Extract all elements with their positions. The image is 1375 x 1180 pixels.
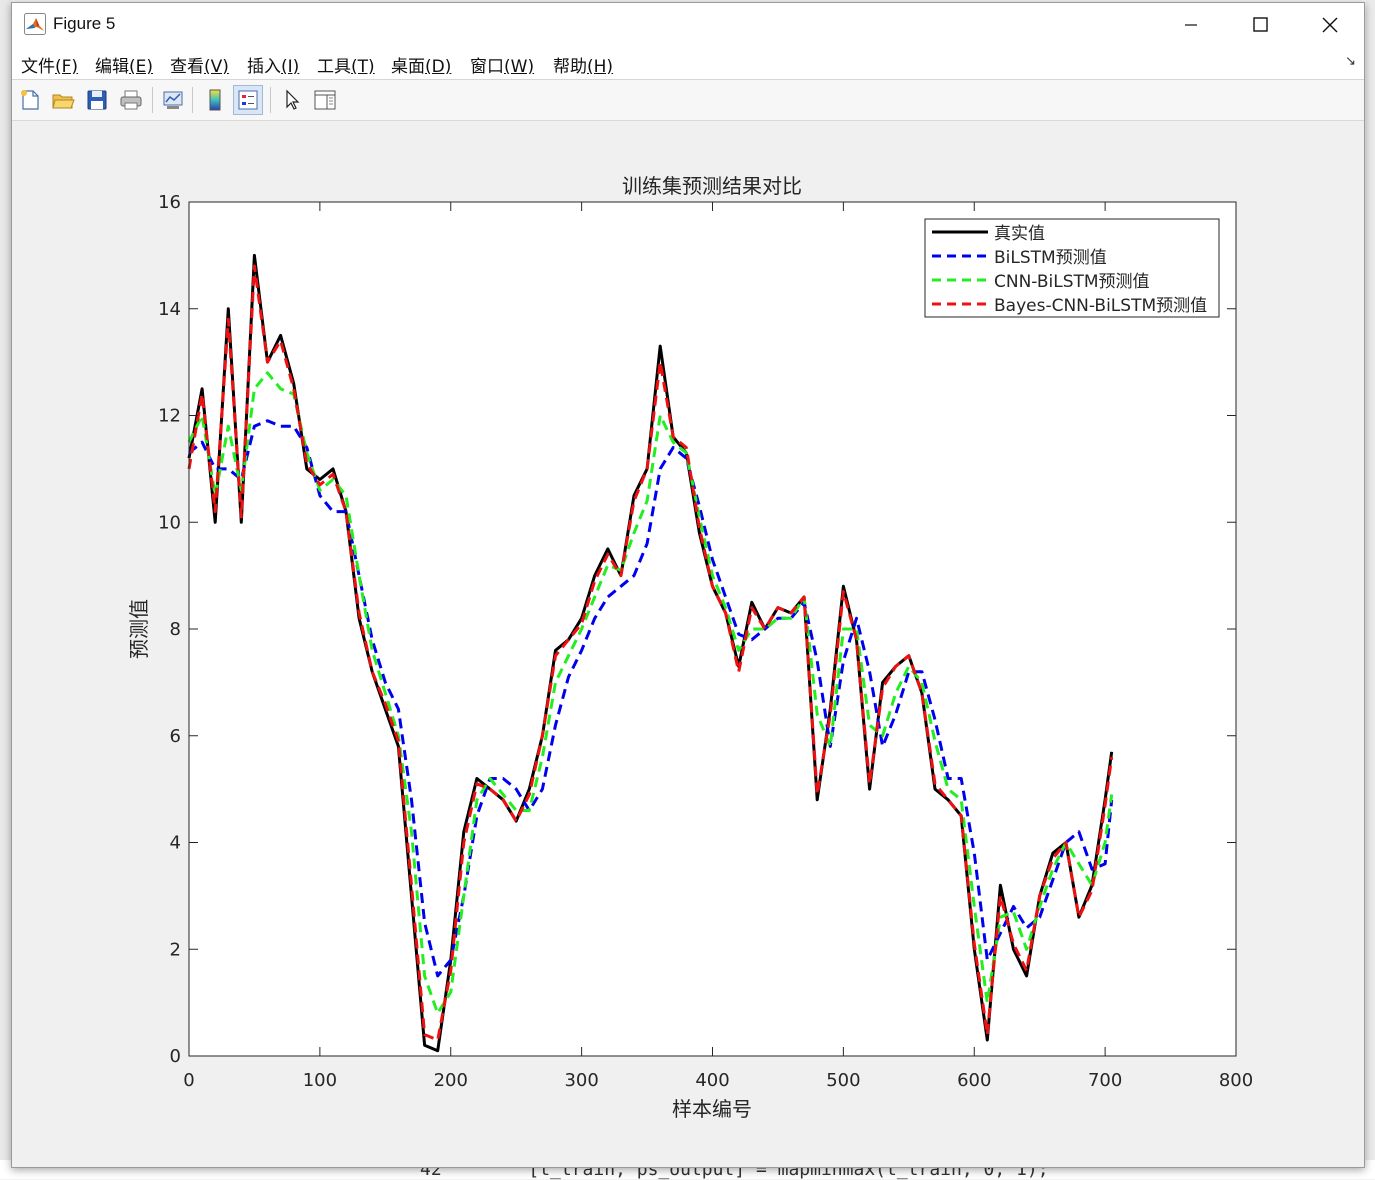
background-right-strip: [1366, 0, 1375, 1179]
title-bar[interactable]: Figure 5: [12, 3, 1364, 46]
maximize-button[interactable]: [1225, 3, 1295, 46]
y-tick-label: 0: [170, 1046, 181, 1067]
save-button[interactable]: [82, 85, 112, 115]
menu-desktop-key: (D): [425, 57, 452, 77]
y-tick-label: 10: [158, 512, 181, 533]
menu-view[interactable]: 查看(V): [170, 52, 229, 77]
maximize-icon: [1252, 17, 1268, 32]
menu-overflow-arrow-icon[interactable]: ↘: [1345, 54, 1356, 69]
x-tick-label: 300: [564, 1070, 598, 1091]
insert-legend-icon: [238, 90, 258, 110]
new-figure-button[interactable]: [15, 85, 45, 115]
close-button[interactable]: [1295, 3, 1365, 46]
new-figure-icon: [21, 90, 39, 110]
minimize-button[interactable]: [1156, 3, 1226, 46]
menu-window-label: 窗口: [470, 57, 504, 77]
menu-edit-label: 编辑: [95, 57, 129, 77]
menu-view-key: (V): [204, 57, 229, 77]
legend-label-cnn-bilstm: CNN-BiLSTM预测值: [994, 272, 1150, 292]
insert-colorbar-button[interactable]: [200, 85, 230, 115]
menu-file[interactable]: 文件(F): [21, 52, 78, 77]
close-icon: [1322, 17, 1338, 32]
open-file-button[interactable]: [48, 85, 78, 115]
x-tick-label: 800: [1219, 1070, 1253, 1091]
axes-background: [189, 202, 1236, 1056]
figure-canvas: 0 100 200 300 400 500 600 700 800 0 2 4 6 8 10 12 14 16 训…: [12, 121, 1364, 1167]
figure-window: Figure 5 文件(F) 编辑(E) 查看(V) 插入(I) 工具(T) 桌…: [11, 2, 1365, 1168]
x-tick-label: 600: [957, 1070, 991, 1091]
toolbar-separator: [152, 87, 153, 113]
edit-plot-cursor-icon: [286, 89, 300, 110]
window-title: Figure 5: [53, 14, 116, 33]
menu-edit-key: (E): [129, 57, 154, 77]
y-tick-label: 12: [158, 406, 181, 427]
save-icon: [87, 90, 107, 110]
edit-plot-button[interactable]: [277, 85, 307, 115]
insert-colorbar-icon: [209, 89, 221, 111]
x-tick-label: 0: [183, 1070, 194, 1091]
menu-file-label: 文件: [21, 57, 55, 77]
x-tick-label: 200: [434, 1070, 468, 1091]
figure-toolbar: [12, 80, 1364, 121]
print-icon: [120, 90, 142, 110]
menu-help[interactable]: 帮助(H): [553, 52, 613, 77]
property-inspector-icon: [314, 90, 336, 110]
menu-edit[interactable]: 编辑(E): [95, 52, 153, 77]
link-plot-icon: [163, 91, 183, 109]
x-tick-label: 500: [826, 1070, 860, 1091]
y-tick-label: 14: [158, 299, 181, 320]
menu-tools[interactable]: 工具(T): [317, 52, 375, 77]
y-tick-label: 2: [170, 939, 181, 960]
legend[interactable]: 真实值 BiLSTM预测值 CNN-BiLSTM预测值 Bayes-CNN-Bi…: [924, 218, 1220, 318]
insert-legend-button[interactable]: [233, 85, 263, 115]
chart-title: 训练集预测结果对比: [622, 174, 802, 198]
line-chart[interactable]: 0 100 200 300 400 500 600 700 800 0 2 4 6 8 10 12 14 16 训…: [12, 121, 1364, 1167]
x-tick-label: 700: [1088, 1070, 1122, 1091]
open-file-icon: [52, 94, 75, 109]
link-plot-button[interactable]: [158, 85, 188, 115]
menu-window-key: (W): [504, 57, 535, 77]
toolbar-separator: [270, 87, 271, 113]
menu-file-key: (F): [55, 57, 79, 77]
x-tick-label: 400: [695, 1070, 729, 1091]
y-tick-label: 8: [170, 619, 181, 640]
legend-label-bilstm: BiLSTM预测值: [994, 248, 1107, 268]
matlab-logo-icon: [24, 13, 46, 35]
menu-window[interactable]: 窗口(W): [470, 52, 534, 77]
menu-desktop[interactable]: 桌面(D): [391, 52, 451, 77]
menu-help-key: (H): [587, 57, 614, 77]
y-tick-label: 6: [170, 726, 181, 747]
y-tick-label: 4: [170, 833, 181, 854]
x-tick-label: 100: [303, 1070, 337, 1091]
legend-label-bayes-cnn-bilstm: Bayes-CNN-BiLSTM预测值: [994, 296, 1207, 316]
x-axis-label: 样本编号: [672, 1097, 752, 1121]
menu-insert[interactable]: 插入(I): [247, 52, 299, 77]
menu-help-label: 帮助: [553, 57, 587, 77]
toolbar-separator: [192, 87, 193, 113]
menu-tools-label: 工具: [317, 57, 351, 77]
y-tick-label: 16: [158, 192, 181, 213]
menu-insert-label: 插入: [247, 57, 281, 77]
print-button[interactable]: [116, 85, 146, 115]
menu-tools-key: (T): [351, 57, 375, 77]
legend-label-true: 真实值: [994, 224, 1045, 244]
minimize-icon: [1185, 23, 1197, 26]
menu-desktop-label: 桌面: [391, 57, 425, 77]
y-axis-label: 预测值: [127, 599, 151, 659]
menu-view-label: 查看: [170, 57, 204, 77]
property-inspector-button[interactable]: [310, 85, 340, 115]
menu-bar: 文件(F) 编辑(E) 查看(V) 插入(I) 工具(T) 桌面(D) 窗口(W…: [12, 46, 1364, 80]
menu-insert-key: (I): [281, 57, 300, 77]
